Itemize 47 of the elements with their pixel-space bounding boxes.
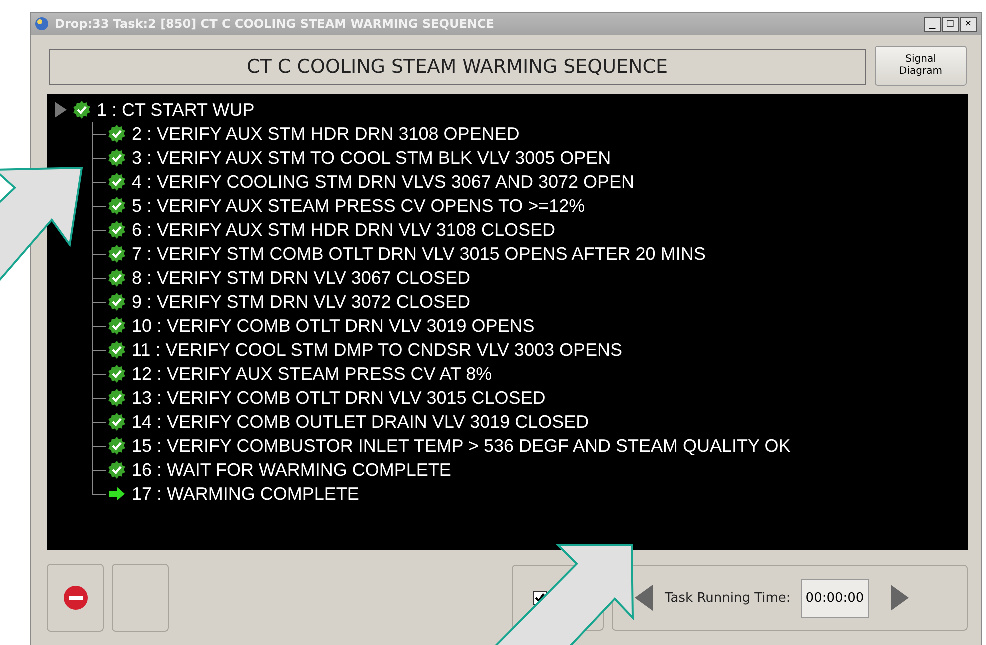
- time-field: 00:00:00: [800, 578, 870, 618]
- check-icon: [73, 101, 91, 119]
- step-label[interactable]: 10 : VERIFY COMB OTLT DRN VLV 3019 OPENS: [132, 316, 535, 336]
- check-icon: [108, 341, 126, 359]
- check-icon: [108, 461, 126, 479]
- check-icon: [108, 269, 126, 287]
- check-icon: [108, 173, 126, 191]
- arrow-icon: [108, 485, 126, 503]
- stop-icon: [62, 585, 88, 611]
- check-icon: [108, 125, 126, 143]
- step-label[interactable]: 17 : WARMING COMPLETE: [132, 484, 360, 504]
- step-label[interactable]: 16 : WAIT FOR WARMING COMPLETE: [132, 460, 452, 480]
- expander-icon[interactable]: [53, 101, 69, 119]
- check-icon: [108, 293, 126, 311]
- step-label[interactable]: 15 : VERIFY COMBUSTOR INLET TEMP > 536 DEGF AND STEAM QUALITY OK: [132, 436, 791, 456]
- step-label[interactable]: 1 : CT START WUP: [97, 100, 255, 120]
- step-label[interactable]: 2 : VERIFY AUX STM HDR DRN 3108 OPENED: [132, 124, 520, 144]
- next-icon[interactable]: [889, 584, 912, 612]
- step-label[interactable]: 7 : VERIFY STM COMB OTLT DRN VLV 3015 OPENS AFTER 20 MINS: [132, 244, 706, 264]
- check-icon: [108, 389, 126, 407]
- check-icon: [108, 245, 126, 263]
- window-control[interactable]: □: [942, 16, 959, 32]
- step-label[interactable]: 14 : VERIFY COMB OUTLET DRAIN VLV 3019 CLOSED: [132, 412, 590, 432]
- step-label[interactable]: 9 : VERIFY STM DRN VLV 3072 CLOSED: [132, 292, 470, 312]
- stop-button[interactable]: [47, 564, 104, 632]
- step-label[interactable]: 11 : VERIFY COOL STM DMP TO CNDSR VLV 3003 OPENS: [132, 340, 622, 360]
- signal-diagram-button[interactable]: Signal Diagram: [875, 46, 967, 86]
- check-icon: [108, 365, 126, 383]
- step-label[interactable]: 13 : VERIFY COMB OTLT DRN VLV 3015 CLOSED: [132, 388, 546, 408]
- check-icon: [108, 197, 126, 215]
- step-label[interactable]: 8 : VERIFY STM DRN VLV 3067 CLOSED: [132, 268, 470, 288]
- step-label[interactable]: 4 : VERIFY COOLING STM DRN VLVS 3067 AND 3072 OPEN: [132, 172, 635, 192]
- check-icon: [108, 437, 126, 455]
- window-title: Drop:33 Task:2 [850] CT C COOLING STEAM WARMING SEQUENCE: [55, 17, 496, 31]
- app-icon: [35, 17, 49, 31]
- check-icon: [108, 413, 126, 431]
- window-control[interactable]: _: [924, 16, 941, 32]
- step-label[interactable]: 6 : VERIFY AUX STM HDR DRN VLV 3108 CLOSED: [132, 220, 556, 240]
- step-label[interactable]: 12 : VERIFY AUX STEAM PRESS CV AT 8%: [132, 364, 492, 384]
- window-control[interactable]: ×: [960, 16, 977, 32]
- check-icon: [108, 317, 126, 335]
- time-label: Task Running Time:: [665, 590, 791, 606]
- check-icon: [108, 149, 126, 167]
- step-label[interactable]: 5 : VERIFY AUX STEAM PRESS CV OPENS TO >=12%: [132, 196, 586, 216]
- sequence-title: CT C COOLING STEAM WARMING SEQUENCE: [49, 49, 866, 85]
- step-label[interactable]: 3 : VERIFY AUX STM TO COOL STM BLK VLV 3005 OPEN: [132, 148, 612, 168]
- check-icon: [108, 221, 126, 239]
